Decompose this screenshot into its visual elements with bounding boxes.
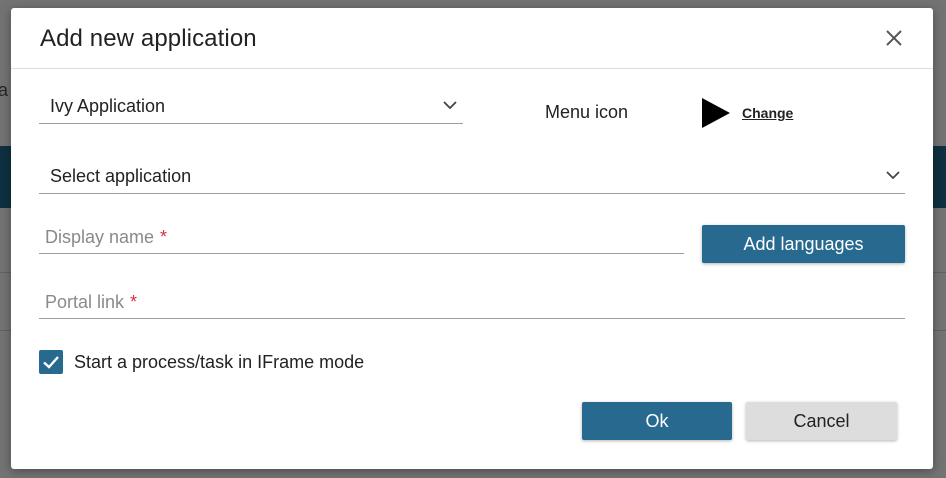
cancel-button[interactable]: Cancel (746, 402, 897, 440)
application-type-select[interactable]: Ivy Application (39, 87, 463, 124)
iframe-mode-label: Start a process/task in IFrame mode (74, 352, 365, 372)
required-marker: * (160, 227, 168, 247)
ok-button[interactable]: Ok (582, 402, 732, 440)
required-marker: * (130, 292, 138, 312)
add-languages-button[interactable]: Add languages (702, 225, 905, 263)
application-type-value: Ivy Application (50, 96, 166, 116)
display-name-placeholder: Display name * (45, 227, 168, 247)
dialog-header: Add new application (11, 8, 933, 69)
application-select[interactable]: Select application (39, 157, 905, 194)
application-select-value: Select application (50, 166, 192, 186)
chevron-down-icon (885, 167, 901, 183)
close-icon[interactable] (882, 26, 906, 50)
display-name-input[interactable]: Display name * (39, 219, 684, 254)
chevron-down-icon (442, 97, 458, 113)
change-icon-link[interactable]: Change (742, 105, 793, 121)
dialog-title: Add new application (40, 25, 257, 52)
menu-icon-label: Menu icon (545, 102, 629, 122)
play-icon (701, 97, 731, 129)
portal-link-placeholder: Portal link * (45, 292, 138, 312)
portal-link-input[interactable]: Portal link * (39, 284, 905, 319)
checkmark-icon (43, 356, 59, 369)
iframe-mode-checkbox[interactable] (39, 350, 63, 374)
add-application-dialog: Add new application Ivy Application Menu… (11, 8, 933, 469)
